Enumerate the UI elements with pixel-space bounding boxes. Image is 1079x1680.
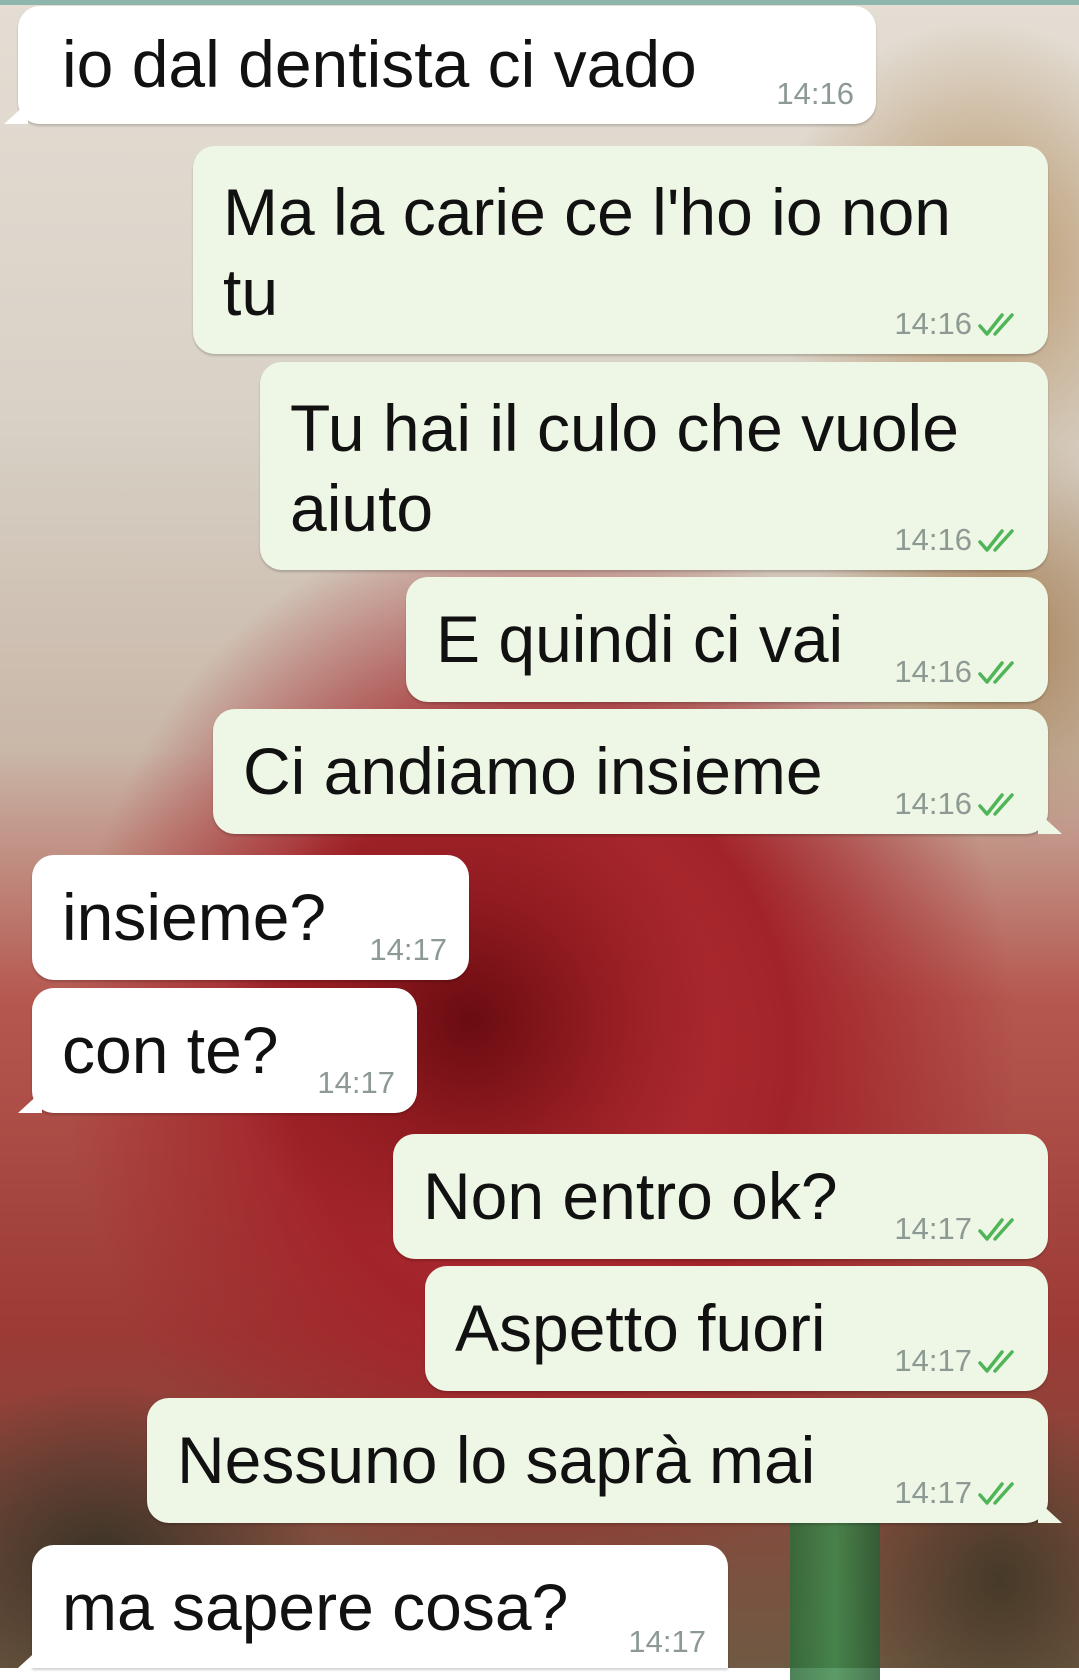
message-meta: 14:17 xyxy=(894,1475,1026,1511)
double-check-icon xyxy=(978,661,1014,684)
double-check-icon xyxy=(978,313,1014,336)
outgoing-message[interactable]: Nessuno lo saprà mai 14:17 xyxy=(147,1398,1062,1523)
double-check-icon xyxy=(978,1218,1014,1241)
message-text: Nessuno lo saprà mai xyxy=(177,1423,816,1497)
message-time: 14:17 xyxy=(369,932,447,967)
double-check-icon xyxy=(978,529,1014,552)
double-check-icon xyxy=(978,1350,1014,1373)
message-meta: 14:17 xyxy=(628,1624,706,1660)
message-meta: 14:17 xyxy=(894,1343,1026,1379)
incoming-message[interactable]: io dal dentista ci vado 14:16 xyxy=(4,6,876,124)
double-check-icon xyxy=(978,1482,1014,1505)
outgoing-message[interactable]: E quindi ci vai 14:16 xyxy=(406,577,1048,702)
message-time: 14:16 xyxy=(894,654,972,689)
message-meta: 14:16 xyxy=(894,306,1026,342)
outgoing-message[interactable]: Non entro ok? 14:17 xyxy=(393,1134,1048,1259)
message-meta: 14:17 xyxy=(369,932,447,968)
message-time: 14:17 xyxy=(894,1343,972,1378)
message-time: 14:16 xyxy=(776,76,854,111)
outgoing-message[interactable]: Ma la carie ce l'ho io non tu 14:16 xyxy=(193,146,1048,354)
message-meta: 14:16 xyxy=(894,522,1026,558)
message-time: 14:17 xyxy=(628,1624,706,1659)
top-edge-bar xyxy=(0,0,1079,5)
double-check-icon xyxy=(978,793,1014,816)
message-time: 14:16 xyxy=(894,306,972,341)
message-meta: 14:17 xyxy=(894,1211,1026,1247)
message-text: io dal dentista ci vado xyxy=(62,27,697,101)
message-time: 14:16 xyxy=(894,786,972,821)
message-time: 14:17 xyxy=(894,1211,972,1246)
outgoing-message[interactable]: Ci andiamo insieme 14:16 xyxy=(213,709,1062,834)
message-text: ma sapere cosa? xyxy=(62,1570,569,1644)
message-time: 14:17 xyxy=(317,1065,395,1100)
incoming-message[interactable]: con te? 14:17 xyxy=(18,988,417,1113)
message-meta: 14:16 xyxy=(894,786,1026,822)
incoming-message[interactable]: insieme? 14:17 xyxy=(32,855,469,980)
incoming-message[interactable]: ma sapere cosa? 14:17 xyxy=(18,1545,728,1668)
message-time: 14:16 xyxy=(894,522,972,557)
outgoing-message[interactable]: Tu hai il culo che vuole aiuto 14:16 xyxy=(260,362,1048,570)
outgoing-message[interactable]: Aspetto fuori 14:17 xyxy=(425,1266,1048,1391)
message-meta: 14:16 xyxy=(776,76,854,112)
message-meta: 14:17 xyxy=(317,1065,395,1101)
message-time: 14:17 xyxy=(894,1475,972,1510)
message-meta: 14:16 xyxy=(894,654,1026,690)
